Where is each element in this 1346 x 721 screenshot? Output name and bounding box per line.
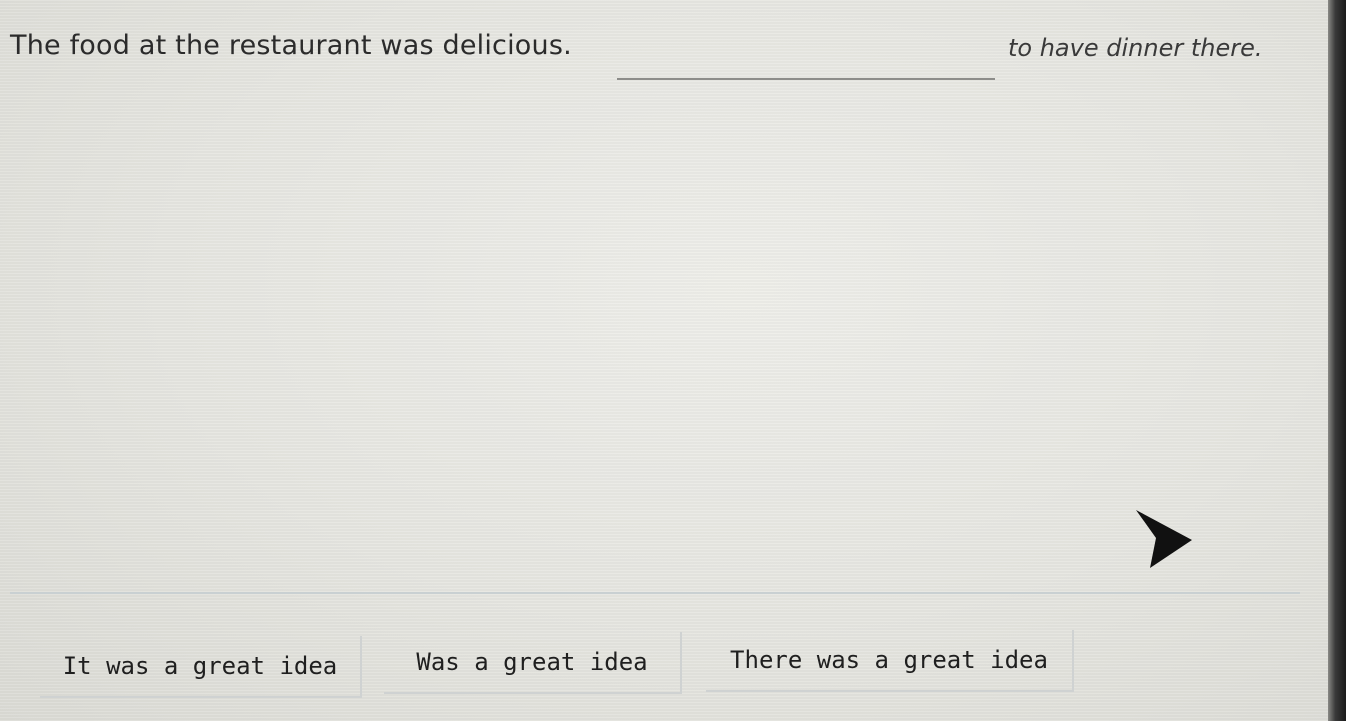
screen-edge xyxy=(1328,0,1346,721)
mouse-pointer-icon xyxy=(1136,510,1192,568)
answer-bank-divider xyxy=(10,592,1300,594)
sentence-after-text: to have dinner there. xyxy=(1008,34,1263,62)
option-tile-was-a-great-idea[interactable]: Was a great idea xyxy=(384,632,682,694)
answer-bank: It was a great idea Was a great idea The… xyxy=(0,628,1320,708)
option-tile-there-was-a-great-idea[interactable]: There was a great idea xyxy=(706,630,1074,692)
screen xyxy=(0,0,1346,721)
option-tile-it-was-a-great-idea[interactable]: It was a great idea xyxy=(40,636,362,698)
answer-drop-slot[interactable] xyxy=(617,44,995,80)
sentence-before-text: The food at the restaurant was delicious… xyxy=(10,30,572,61)
question-sentence: The food at the restaurant was delicious… xyxy=(0,30,1320,90)
